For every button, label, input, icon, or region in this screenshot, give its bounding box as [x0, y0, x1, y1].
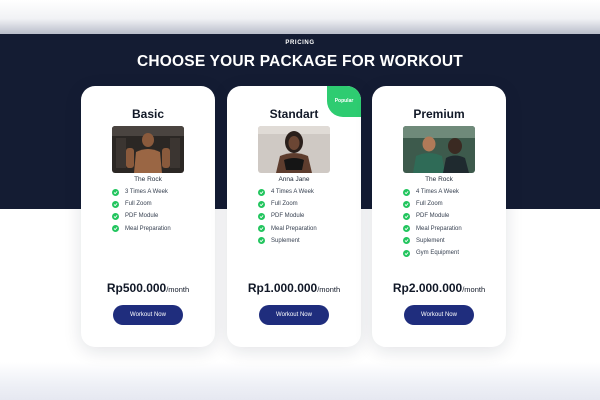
feature-list: 4 Times A Week Full Zoom PDF Module Meal… [403, 186, 462, 259]
check-icon [258, 188, 265, 196]
workout-now-button[interactable]: Workout Now [113, 305, 183, 325]
plan-price: Rp1.000.000/month [227, 279, 361, 297]
check-icon [112, 212, 119, 220]
plan-title: Premium [413, 107, 465, 121]
check-icon [112, 225, 119, 233]
check-icon [258, 225, 265, 233]
feature-item: Gym Equipment [403, 247, 462, 259]
section-headline: CHOOSE YOUR PACKAGE FOR WORKOUT [137, 53, 463, 70]
workout-now-button[interactable]: Workout Now [404, 305, 474, 325]
check-icon [403, 249, 410, 257]
trainer-name: The Rock [425, 176, 453, 183]
top-fade [0, 0, 600, 34]
feature-item: Suplement [258, 235, 317, 247]
check-icon [258, 212, 265, 220]
feature-item: 3 Times A Week [112, 186, 171, 198]
trainer-photo [112, 126, 184, 173]
feature-item: Meal Preparation [403, 223, 462, 235]
feature-item: Full Zoom [112, 198, 171, 210]
bottom-fade [0, 362, 600, 400]
check-icon [258, 200, 265, 208]
price-period: /month [317, 285, 341, 294]
price-amount: Rp2.000.000 [392, 281, 463, 295]
trainer-name: The Rock [134, 176, 162, 183]
plan-title: Standart [269, 107, 319, 121]
plan-price: Rp500.000/month [81, 279, 215, 297]
feature-list: 4 Times A Week Full Zoom PDF Module Meal… [258, 186, 317, 247]
price-amount: Rp500.000 [106, 281, 167, 295]
feature-item: Full Zoom [258, 198, 317, 210]
plan-title: Basic [131, 107, 165, 121]
feature-item: PDF Module [258, 210, 317, 222]
workout-now-button[interactable]: Workout Now [259, 305, 329, 325]
check-icon [403, 200, 410, 208]
plan-card-standart: Popular Standart Anna Jane 4 Times A Wee… [227, 86, 361, 347]
feature-item: 4 Times A Week [258, 186, 317, 198]
feature-item: Meal Preparation [258, 223, 317, 235]
check-icon [403, 212, 410, 220]
plan-price: Rp2.000.000/month [372, 279, 506, 297]
trainer-name: Anna Jane [278, 176, 310, 183]
section-eyebrow: PRICING [285, 40, 315, 46]
check-icon [112, 200, 119, 208]
plan-card-basic: Basic The Rock 3 Times A Week Full Zoom … [81, 86, 215, 347]
price-period: /month [166, 285, 190, 294]
feature-item: 4 Times A Week [403, 186, 462, 198]
feature-item: Full Zoom [403, 198, 462, 210]
price-period: /month [462, 285, 486, 294]
price-amount: Rp1.000.000 [247, 281, 318, 295]
check-icon [403, 237, 410, 245]
feature-item: PDF Module [112, 210, 171, 222]
check-icon [112, 188, 119, 196]
trainer-photo [403, 126, 475, 173]
feature-list: 3 Times A Week Full Zoom PDF Module Meal… [112, 186, 171, 235]
check-icon [258, 237, 265, 245]
plan-card-premium: Premium The Rock 4 Times A Week Full Zoo… [372, 86, 506, 347]
feature-item: Suplement [403, 235, 462, 247]
feature-item: PDF Module [403, 210, 462, 222]
trainer-photo [258, 126, 330, 173]
feature-item: Meal Preparation [112, 223, 171, 235]
check-icon [403, 188, 410, 196]
check-icon [403, 225, 410, 233]
